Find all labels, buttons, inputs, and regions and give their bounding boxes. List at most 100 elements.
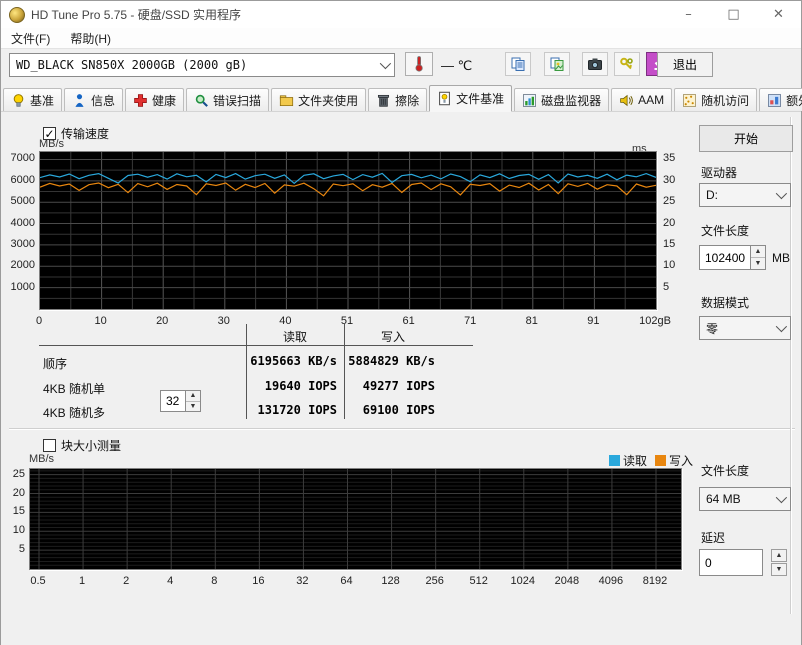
transfer-rate-chart	[39, 151, 657, 310]
tab-label: 文件基准	[456, 92, 505, 106]
tab-extra-tests[interactable]: 额外测试	[759, 88, 802, 111]
temperature-button[interactable]	[405, 52, 433, 76]
maximize-button[interactable]: □	[711, 1, 756, 28]
y-axis-tick-label: 15	[12, 505, 25, 518]
exit-button[interactable]: 退出	[657, 52, 713, 77]
camera-icon	[588, 58, 602, 70]
data-mode-select[interactable]: 零	[699, 316, 791, 340]
y-axis-tick-label: 4000	[10, 216, 35, 229]
tab-file-benchmark[interactable]: 文件基准	[429, 85, 513, 112]
random-dots-icon	[683, 93, 697, 107]
x-axis-tick-label: 1	[79, 575, 86, 587]
x-axis-tick-label: 16	[252, 575, 265, 587]
x-axis-tick-label: 128	[381, 575, 400, 587]
keys-icon	[620, 57, 633, 70]
file-length-spinner[interactable]: 102400 ▲ ▼	[699, 245, 766, 270]
4kb-multi-write-value: 69100 IOPS	[362, 403, 435, 417]
y-axis-tick-label: 20	[663, 216, 676, 229]
section-separator	[9, 428, 795, 430]
spin-down-icon[interactable]: ▼	[186, 401, 200, 411]
copy-text-button[interactable]	[505, 52, 531, 76]
y-axis-tick-label: 15	[663, 237, 676, 250]
spin-up-icon[interactable]: ▲	[771, 549, 787, 562]
tab-label: 额外测试	[786, 93, 802, 108]
table-header-rule	[39, 345, 473, 346]
x-axis-tick-label: 32	[296, 575, 309, 587]
app-icon	[9, 6, 25, 23]
tab-label: 信息	[91, 93, 116, 108]
close-button[interactable]: ✕	[756, 1, 801, 28]
read-column-header: 读取	[282, 330, 308, 344]
file-length-value[interactable]: 102400	[699, 245, 751, 270]
tab-random-access[interactable]: 随机访问	[674, 88, 758, 111]
start-button[interactable]: 开始	[699, 125, 793, 152]
tab-aam[interactable]: AAM	[611, 88, 673, 111]
drive-select-combo[interactable]: WD_BLACK SN850X 2000GB (2000 gB)	[9, 53, 395, 77]
start-label: 开始	[733, 132, 758, 146]
chevron-down-icon	[379, 57, 392, 70]
x-axis-tick-label: 0	[35, 315, 43, 327]
spin-down-icon[interactable]: ▼	[751, 258, 765, 269]
file-benchmark-panel: ✓ 传输速度 MB/s ms 读取 写入 顺序 6195663 KB/s 588…	[1, 112, 801, 645]
latency-spinner[interactable]: ▲ ▼	[771, 549, 787, 577]
queue-depth-value[interactable]: 32	[160, 390, 186, 412]
folder-icon	[279, 94, 294, 106]
toolbar: WD_BLACK SN850X 2000GB (2000 gB) — ℃ 退出	[1, 49, 801, 85]
x-axis-tick-label: 4096	[598, 575, 624, 587]
write-column-header: 写入	[380, 330, 406, 344]
exit-label: 退出	[672, 58, 697, 72]
x-axis-tick-label: 61	[402, 315, 415, 327]
block-size-checkbox[interactable]: 块大小测量	[43, 437, 121, 454]
x-axis-tick-label: 8192	[642, 575, 668, 587]
options-button[interactable]	[614, 52, 640, 76]
menu-file[interactable]: 文件(F)	[1, 28, 60, 49]
tab-benchmark[interactable]: 基准	[3, 88, 63, 111]
y-axis-tick-label: 30	[663, 173, 676, 186]
sequential-read-value: 6195663 KB/s	[250, 354, 337, 368]
sequential-write-value: 5884829 KB/s	[348, 354, 435, 368]
extra-tests-icon	[768, 93, 782, 107]
tab-erase[interactable]: 擦除	[368, 88, 428, 111]
chevron-down-icon	[775, 320, 788, 333]
x-axis-tick-label: 91	[587, 315, 600, 327]
tab-label: 错误扫描	[213, 93, 262, 108]
x-axis-tick-label: 512	[469, 575, 488, 587]
screenshot-button[interactable]	[582, 52, 608, 76]
file-length-unit: MB	[772, 251, 790, 265]
spin-down-icon[interactable]: ▼	[771, 563, 787, 576]
tab-error-scan[interactable]: 错误扫描	[186, 88, 270, 111]
spin-up-icon[interactable]: ▲	[751, 246, 765, 258]
tab-disk-monitor[interactable]: 磁盘监视器	[514, 88, 610, 111]
block-chart-legend: 读取 写入	[609, 452, 693, 469]
x-axis-tick-label: 20	[156, 315, 169, 327]
latency-input[interactable]: 0	[699, 549, 763, 576]
block-file-length-select[interactable]: 64 MB	[699, 487, 791, 511]
copy-image-button[interactable]	[544, 52, 570, 76]
menu-help[interactable]: 帮助(H)	[60, 28, 121, 49]
y-axis-tick-label: 5	[663, 280, 670, 293]
queue-depth-spinner[interactable]: 32 ▲ ▼	[160, 390, 201, 412]
health-cross-icon	[134, 93, 147, 107]
minimize-button[interactable]: –	[666, 1, 711, 28]
drive-select[interactable]: D:	[699, 183, 791, 207]
tab-info[interactable]: 信息	[64, 88, 124, 111]
y-axis-tick-label: 25	[663, 195, 676, 208]
spin-up-icon[interactable]: ▲	[186, 391, 200, 402]
y-left-unit: MB/s	[39, 138, 65, 150]
x-axis-tick-label: 2	[123, 575, 130, 587]
chevron-down-icon	[775, 491, 788, 504]
tab-folder-usage[interactable]: 文件夹使用	[271, 88, 367, 111]
x-axis-tick-label: 2048	[554, 575, 580, 587]
window-title: HD Tune Pro 5.75 - 硬盘/SSD 实用程序	[31, 8, 242, 22]
tab-health[interactable]: 健康	[125, 88, 185, 111]
magnifier-icon	[195, 94, 208, 107]
x-axis-tick-label: 10	[94, 315, 107, 327]
block-size-chart	[29, 468, 682, 570]
block-chart-y-unit: MB/s	[29, 453, 55, 465]
file-length-label: 文件长度	[701, 224, 750, 238]
y-axis-tick-label: 5000	[10, 195, 35, 208]
4kb-single-write-value: 49277 IOPS	[362, 379, 435, 393]
tab-label: 文件夹使用	[298, 93, 359, 108]
block-file-length-value: 64 MB	[706, 492, 741, 506]
latency-label: 延迟	[701, 531, 726, 545]
